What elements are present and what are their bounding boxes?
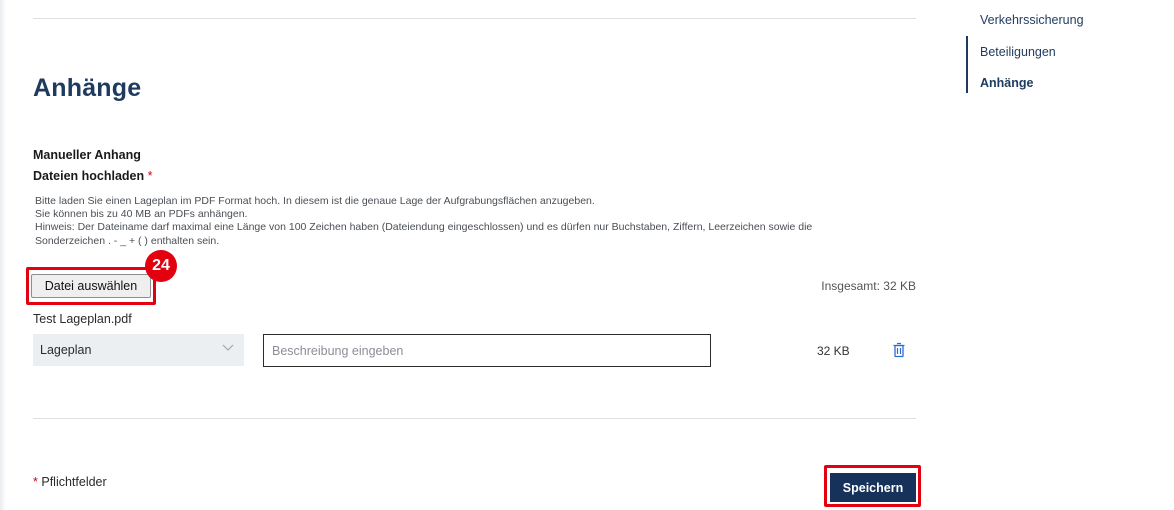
manual-attachment-label: Manueller Anhang bbox=[33, 148, 141, 162]
trash-icon[interactable] bbox=[892, 342, 906, 358]
side-nav-item-beteiligungen[interactable]: Beteiligungen bbox=[980, 45, 1056, 59]
document-type-value: Lageplan bbox=[40, 343, 92, 357]
file-size: 32 KB bbox=[817, 344, 850, 358]
upload-files-label: Dateien hochladen * bbox=[33, 169, 153, 183]
document-type-select[interactable]: Lageplan bbox=[33, 334, 244, 366]
required-star: * bbox=[33, 475, 38, 489]
help-line: Hinweis: Der Dateiname darf maximal eine… bbox=[35, 221, 813, 234]
help-line: Sie können bis zu 40 MB an PDFs anhängen… bbox=[35, 208, 248, 221]
required-star: * bbox=[147, 169, 153, 183]
upload-help-text: Bitte laden Sie einen Lageplan im PDF Fo… bbox=[35, 195, 905, 248]
step-highlight-frame bbox=[26, 267, 156, 305]
side-nav-item-verkehrssicherung[interactable]: Verkehrssicherung bbox=[980, 13, 1084, 27]
description-input[interactable] bbox=[263, 334, 711, 367]
bottom-divider bbox=[33, 418, 916, 419]
save-highlight-frame bbox=[824, 465, 921, 507]
page-left-edge bbox=[0, 0, 6, 510]
total-size: Insgesamt: 32 KB bbox=[821, 279, 916, 293]
section-title: Anhänge bbox=[33, 74, 142, 102]
top-divider bbox=[33, 18, 916, 19]
required-fields-text: Pflichtfelder bbox=[41, 475, 107, 489]
step-number-badge: 24 bbox=[145, 250, 177, 282]
help-line: Bitte laden Sie einen Lageplan im PDF Fo… bbox=[35, 195, 595, 207]
side-nav-item-anhaenge[interactable]: Anhänge bbox=[980, 76, 1033, 90]
required-fields-note: * Pflichtfelder bbox=[33, 475, 107, 489]
attachments-section: Anhänge Manueller Anhang Dateien hochlad… bbox=[26, 0, 921, 510]
chevron-down-icon bbox=[222, 344, 234, 351]
section-side-nav: Verkehrssicherung Beteiligungen Anhänge bbox=[966, 0, 1166, 100]
uploaded-file-name: Test Lageplan.pdf bbox=[33, 312, 132, 326]
side-nav-active-indicator bbox=[966, 36, 968, 93]
upload-files-label-text: Dateien hochladen bbox=[33, 169, 145, 183]
help-line: Sonderzeichen . - _ + ( ) enthalten sein… bbox=[35, 234, 220, 247]
